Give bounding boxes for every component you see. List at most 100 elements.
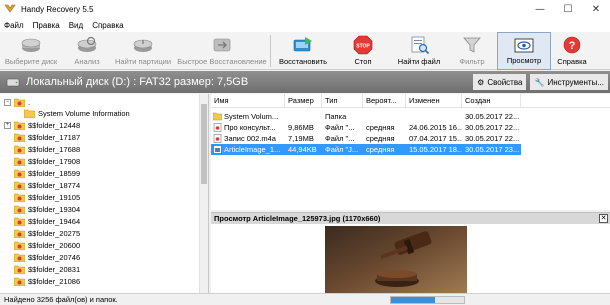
tree-item[interactable]: $$folder_20600 <box>4 240 80 251</box>
deleted-folder-icon <box>14 145 25 154</box>
recover-button[interactable]: Восстановить <box>271 32 335 70</box>
stop-icon: STOP <box>353 35 373 55</box>
file-name: Про консульт... <box>224 123 276 132</box>
minimize-button[interactable]: — <box>526 0 554 18</box>
tree-item[interactable]: $$folder_19304 <box>4 204 80 215</box>
app-logo-icon <box>4 4 16 13</box>
disk-icon <box>21 38 41 52</box>
analyze-icon <box>77 36 97 52</box>
menu-view[interactable]: Вид <box>69 21 83 30</box>
tree-item[interactable]: $$folder_18774 <box>4 180 80 191</box>
file-name: ArticleImage_1... <box>224 145 281 154</box>
tree-item[interactable]: $$folder_20746 <box>4 252 80 263</box>
column-size[interactable]: Размер <box>285 94 322 108</box>
tree-item[interactable]: $$folder_19464 <box>4 216 80 227</box>
tree-item-label: $$folder_19464 <box>28 217 81 226</box>
tree-item[interactable]: $$folder_21086 <box>4 276 80 287</box>
menu-file[interactable]: Файл <box>4 21 24 30</box>
scan-progress-fill <box>391 297 435 303</box>
folder-icon <box>24 109 35 118</box>
help-label: Справка <box>557 57 587 66</box>
preview-title: Просмотр ArticleImage_125973.jpg (1170x6… <box>214 214 381 223</box>
tree-item[interactable]: $$folder_19105 <box>4 192 80 203</box>
tree-item[interactable]: $$folder_17187 <box>4 132 80 143</box>
properties-link[interactable]: ⚙ Свойства <box>473 74 527 90</box>
stop-label: Стоп <box>354 57 372 66</box>
expand-toggle[interactable]: + <box>4 122 11 129</box>
tree-item-label: $$folder_20275 <box>28 229 81 238</box>
column-name[interactable]: Имя <box>211 94 285 108</box>
preview-image-gavel <box>325 226 467 293</box>
tree-item-label: System Volume Information <box>38 109 130 118</box>
tree-scrollbar[interactable] <box>199 94 208 293</box>
file-row[interactable]: System Volum... Папка 30.05.2017 22... <box>211 111 521 122</box>
column-type[interactable]: Тип <box>322 94 363 108</box>
file-created-cell: 30.05.2017 23... <box>465 145 520 154</box>
collapse-toggle[interactable]: − <box>4 99 11 106</box>
column-modified[interactable]: Изменен <box>406 94 462 108</box>
quick-recovery-label: Быстрое Восстановление <box>177 57 267 66</box>
tree-item[interactable]: $$folder_20275 <box>4 228 80 239</box>
select-disk-button[interactable]: Выберите диск <box>0 32 62 70</box>
tree-item[interactable]: $$folder_18599 <box>4 168 80 179</box>
deleted-folder-icon <box>14 157 25 166</box>
tree-item[interactable]: $$folder_17908 <box>4 156 80 167</box>
deleted-folder-icon <box>14 217 25 226</box>
file-prob-cell: средняя <box>366 123 395 132</box>
file-size-cell: 7,19MB <box>288 134 314 143</box>
filter-button[interactable]: Фильтр <box>447 32 497 70</box>
tree-item-label: $$folder_20746 <box>28 253 81 262</box>
menu-edit[interactable]: Правка <box>33 21 60 30</box>
tree-scrollbar-thumb[interactable] <box>201 104 207 184</box>
file-modified-cell: 07.04.2017 15... <box>409 134 462 143</box>
file-modified-cell: 24.06.2015 16... <box>409 123 462 132</box>
file-name: System Volum... <box>224 112 279 121</box>
file-modified-cell <box>406 111 462 122</box>
tree-root[interactable]: − . <box>4 97 30 108</box>
menu-bar: Файл Правка Вид Справка <box>0 18 610 32</box>
preview-header: Просмотр ArticleImage_125973.jpg (1170x6… <box>211 212 610 224</box>
file-list-header: Имя Размер Тип Вероят... Изменен Создан <box>211 94 610 108</box>
filter-icon <box>463 37 481 53</box>
folder-tree: − . System Volume Information + $$folder_1… <box>0 94 209 293</box>
tree-item[interactable]: + $$folder_12448 <box>4 120 80 131</box>
help-icon: ? <box>563 36 581 54</box>
file-name-cell: Запис 002.m4a <box>211 133 285 144</box>
tree-item[interactable]: $$folder_17688 <box>4 144 80 155</box>
file-row[interactable]: Запис 002.m4a 7,19MB Файл "... средняя 07.04… <box>211 133 521 144</box>
preview-close-button[interactable]: ✕ <box>599 214 608 223</box>
help-button[interactable]: ? Справка <box>551 32 593 70</box>
find-partitions-label: Найти партиции <box>114 57 172 66</box>
menu-help[interactable]: Справка <box>92 21 123 30</box>
deleted-folder-icon <box>14 193 25 202</box>
path-bar: Локальный диск (D:) : FAT32 размер: 7,5G… <box>0 71 610 93</box>
tree-item[interactable]: System Volume Information <box>14 108 130 119</box>
file-row[interactable]: Про консульт... 9,86MB Файл "... средняя 24.… <box>211 122 521 133</box>
select-disk-label: Выберите диск <box>4 57 58 66</box>
deleted-folder-icon <box>14 169 25 178</box>
deleted-folder-icon <box>14 133 25 142</box>
analyze-button[interactable]: Анализ <box>62 32 112 70</box>
stop-button[interactable]: STOP Стоп <box>335 32 391 70</box>
preview-button[interactable]: Просмотр <box>497 32 551 70</box>
file-row[interactable]: ArticleImage_1... 44,94KB Файл "J... средня… <box>211 144 521 155</box>
tree-item-label: $$folder_20831 <box>28 265 81 274</box>
deleted-folder-icon <box>14 277 25 286</box>
maximize-button[interactable]: ☐ <box>554 0 582 18</box>
tools-link[interactable]: 🔧 Инструменты... <box>530 74 608 90</box>
status-bar: Найдено 3256 файл(ов) и папок. <box>0 293 610 305</box>
close-button[interactable]: ✕ <box>582 0 610 18</box>
tree-item[interactable]: $$folder_20831 <box>4 264 80 275</box>
title-bar: Handy Recovery 5.5 — ☐ ✕ <box>0 0 610 18</box>
recover-label: Восстановить <box>278 57 328 66</box>
quick-recovery-button[interactable]: Быстрое Восстановление <box>174 32 270 70</box>
preview-label: Просмотр <box>506 56 542 65</box>
find-file-button[interactable]: Найти файл <box>391 32 447 70</box>
file-type-cell: Файл "... <box>325 134 355 143</box>
find-partitions-button[interactable]: Найти партиции <box>112 32 174 70</box>
column-probability[interactable]: Вероят... <box>363 94 406 108</box>
svg-text:?: ? <box>569 40 576 52</box>
file-type-cell: Файл "... <box>325 123 355 132</box>
window-title: Handy Recovery 5.5 <box>21 4 94 14</box>
column-created[interactable]: Создан <box>462 94 521 108</box>
